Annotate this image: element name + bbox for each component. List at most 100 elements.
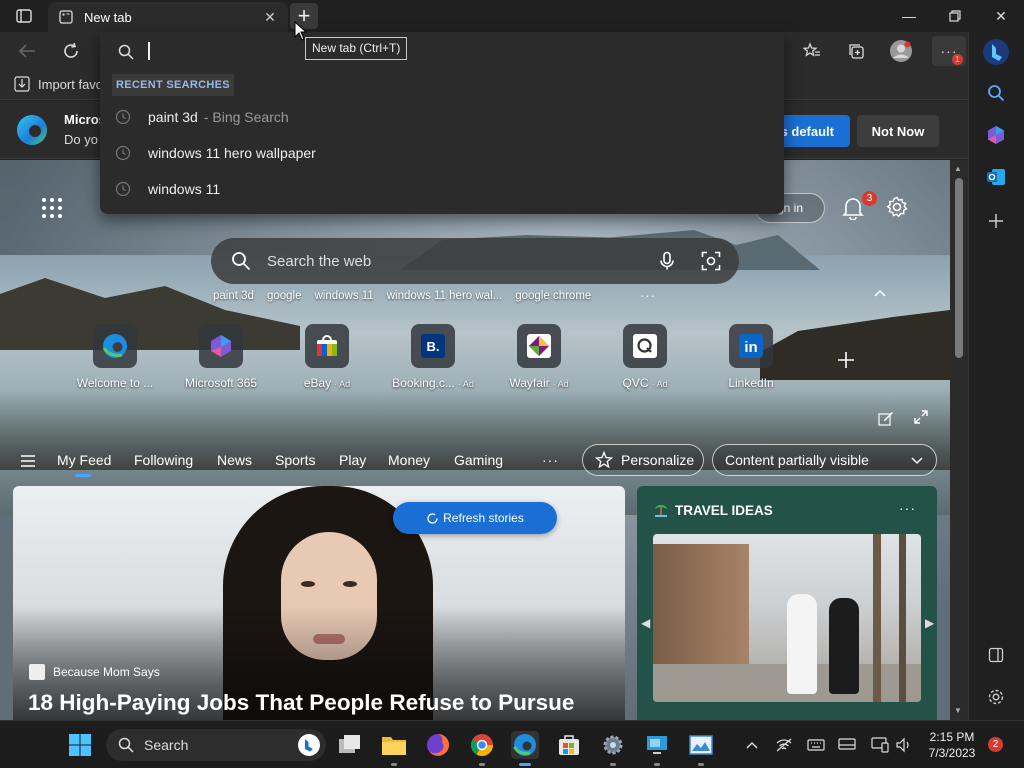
settings-app-icon[interactable] bbox=[599, 731, 627, 766]
personalize-label: Personalize bbox=[621, 452, 695, 468]
feed-tab-following[interactable]: Following bbox=[134, 452, 193, 468]
page-scrollbar[interactable]: ▲ ▼ bbox=[950, 160, 968, 720]
quick-search-link[interactable]: windows 11 hero wal... bbox=[387, 290, 502, 302]
feed-tab-news[interactable]: News bbox=[217, 452, 252, 468]
carousel-next-icon[interactable]: ▶ bbox=[925, 616, 934, 630]
clock-time: 2:15 PM bbox=[929, 730, 975, 744]
outlook-icon[interactable] bbox=[985, 166, 1007, 188]
set-default-button[interactable]: s default bbox=[776, 115, 850, 147]
ad-label: · Ad bbox=[651, 379, 668, 389]
travel-ideas-card[interactable]: TRAVEL IDEAS ··· ◀ ▶ bbox=[637, 486, 937, 720]
microsoft-store-icon[interactable] bbox=[555, 731, 583, 759]
quick-search-link[interactable]: google chrome bbox=[515, 290, 591, 302]
scroll-down-icon[interactable]: ▼ bbox=[954, 706, 962, 715]
recent-searches-label: RECENT SEARCHES bbox=[112, 74, 234, 96]
m365-sidebar-icon[interactable] bbox=[985, 124, 1007, 146]
edit-background-icon[interactable] bbox=[878, 410, 894, 426]
chevron-up-icon[interactable] bbox=[872, 286, 888, 302]
quick-link-tile[interactable]: Wayfair · Ad bbox=[486, 324, 592, 390]
collections-icon[interactable] bbox=[841, 36, 871, 66]
feed-tab-gaming[interactable]: Gaming bbox=[454, 452, 503, 468]
back-button[interactable] bbox=[12, 36, 42, 66]
file-explorer-icon[interactable] bbox=[380, 731, 408, 766]
quick-link-tile[interactable]: QVC · Ad bbox=[592, 324, 698, 390]
recent-search-item[interactable]: paint 3d - Bing Search bbox=[100, 100, 784, 134]
tile-label: LinkedIn bbox=[728, 376, 774, 390]
quick-link-tile[interactable]: B. Booking.c... · Ad bbox=[380, 324, 486, 390]
recent-search-item[interactable]: windows 11 hero wallpaper bbox=[100, 136, 784, 170]
device-icon[interactable] bbox=[870, 735, 890, 755]
chrome-icon[interactable] bbox=[468, 731, 496, 766]
profile-avatar[interactable] bbox=[886, 36, 916, 66]
page-settings-gear-icon[interactable] bbox=[886, 196, 910, 220]
hide-sidebar-icon[interactable] bbox=[985, 644, 1007, 666]
scrollbar-thumb[interactable] bbox=[955, 178, 963, 358]
keyboard-icon[interactable] bbox=[806, 735, 826, 755]
close-window-button[interactable]: ✕ bbox=[978, 0, 1024, 32]
show-hidden-icons-chevron-icon[interactable] bbox=[742, 735, 762, 755]
search-placeholder: Search the web bbox=[267, 252, 372, 270]
display-icon[interactable] bbox=[837, 735, 857, 755]
minimize-button[interactable]: — bbox=[886, 0, 932, 32]
bing-chat-icon[interactable] bbox=[982, 38, 1010, 66]
favorites-star-icon[interactable] bbox=[797, 36, 827, 66]
search-icon[interactable] bbox=[985, 82, 1007, 104]
system-clock[interactable]: 2:15 PM 7/3/2023 bbox=[924, 729, 980, 761]
notification-center-badge[interactable]: 2 bbox=[988, 737, 1003, 752]
travel-image bbox=[653, 534, 921, 702]
edge-logo-icon bbox=[16, 114, 48, 146]
travel-more-button[interactable]: ··· bbox=[899, 500, 916, 516]
quick-link-tile[interactable]: Microsoft 365 bbox=[168, 324, 274, 390]
content-visibility-dropdown[interactable]: Content partially visible bbox=[712, 444, 937, 476]
restore-button[interactable] bbox=[932, 0, 978, 32]
carousel-prev-icon[interactable]: ◀ bbox=[641, 616, 650, 630]
personalize-button[interactable]: Personalize bbox=[582, 444, 704, 476]
taskbar-search-label: Search bbox=[144, 737, 189, 753]
source-name: Because Mom Says bbox=[53, 665, 160, 679]
quick-link-tile[interactable]: in LinkedIn bbox=[698, 324, 804, 390]
refresh-button[interactable] bbox=[56, 36, 86, 66]
quick-link-tile[interactable]: Welcome to ... bbox=[62, 324, 168, 390]
quick-search-link[interactable]: paint 3d bbox=[213, 290, 254, 302]
mouse-cursor-icon bbox=[294, 20, 308, 41]
close-tab-icon[interactable]: ✕ bbox=[262, 9, 278, 25]
web-search-box[interactable]: Search the web bbox=[211, 238, 739, 284]
active-tab-indicator bbox=[75, 474, 91, 477]
firefox-icon[interactable] bbox=[424, 731, 452, 759]
quick-link-tile[interactable]: eBay · Ad bbox=[274, 324, 380, 390]
hamburger-menu-icon[interactable] bbox=[20, 453, 36, 469]
sidebar-settings-gear-icon[interactable] bbox=[985, 686, 1007, 708]
not-now-button[interactable]: Not Now bbox=[857, 115, 939, 147]
image-viewer-icon[interactable] bbox=[687, 731, 715, 766]
add-sidebar-app-icon[interactable] bbox=[985, 210, 1007, 232]
quick-search-link[interactable]: google bbox=[267, 290, 302, 302]
quick-search-more-button[interactable]: ··· bbox=[640, 288, 656, 303]
browser-tab[interactable]: New tab ✕ bbox=[48, 2, 288, 32]
add-quick-link-icon[interactable] bbox=[836, 350, 856, 370]
volume-icon[interactable] bbox=[894, 735, 914, 755]
import-favorites-button[interactable]: Import favo bbox=[14, 76, 103, 92]
feed-tab-money[interactable]: Money bbox=[388, 452, 430, 468]
scroll-up-icon[interactable]: ▲ bbox=[954, 164, 962, 173]
windows-start-icon[interactable] bbox=[68, 733, 92, 757]
app-launcher-icon[interactable] bbox=[40, 196, 64, 220]
content-visibility-label: Content partially visible bbox=[725, 452, 869, 468]
remote-desktop-icon[interactable] bbox=[643, 731, 671, 766]
edge-taskbar-icon[interactable] bbox=[511, 731, 539, 766]
feed-tab-my-feed[interactable]: My Feed bbox=[57, 452, 111, 468]
expand-icon[interactable] bbox=[914, 410, 928, 424]
task-view-icon[interactable] bbox=[336, 731, 364, 759]
article-headline[interactable]: 18 High-Paying Jobs That People Refuse t… bbox=[28, 690, 574, 716]
feed-tab-sports[interactable]: Sports bbox=[275, 452, 315, 468]
refresh-stories-button[interactable]: Refresh stories bbox=[393, 502, 557, 534]
taskbar-search-box[interactable]: Search bbox=[106, 729, 326, 761]
quick-search-link[interactable]: windows 11 bbox=[314, 290, 373, 302]
settings-more-button[interactable]: ··· 1 bbox=[932, 36, 966, 66]
feed-more-button[interactable]: ··· bbox=[542, 452, 559, 468]
tab-actions-icon[interactable] bbox=[10, 6, 38, 26]
address-input[interactable] bbox=[148, 42, 150, 60]
search-icon bbox=[232, 252, 251, 271]
recent-search-item[interactable]: windows 11 bbox=[100, 172, 784, 206]
network-off-icon[interactable] bbox=[774, 735, 794, 755]
feed-tab-play[interactable]: Play bbox=[339, 452, 366, 468]
